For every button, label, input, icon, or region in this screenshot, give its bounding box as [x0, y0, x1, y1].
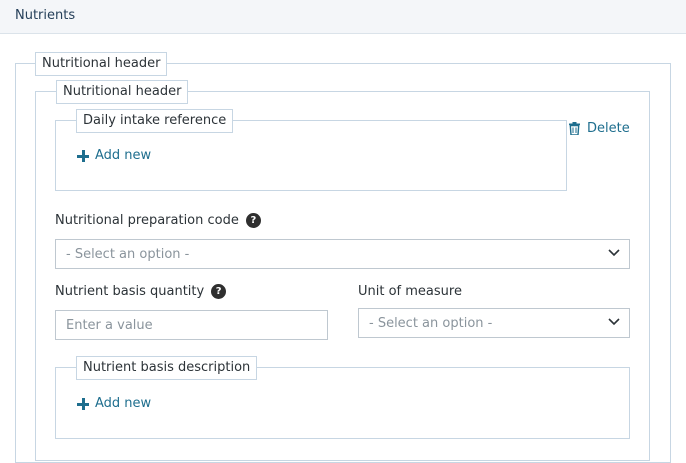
help-icon[interactable]: ? [211, 284, 227, 299]
plus-icon [77, 149, 89, 162]
trash-icon [569, 122, 580, 135]
preparation-code-select[interactable]: - Select an option - [55, 239, 630, 269]
add-new-label: Add new [95, 396, 152, 411]
delete-label: Delete [587, 121, 630, 136]
daily-intake-reference-legend: Daily intake reference [76, 109, 234, 133]
section-title: Nutrients [15, 8, 76, 23]
unit-of-measure-select[interactable]: - Select an option - [358, 308, 630, 338]
chevron-down-icon [608, 318, 620, 326]
unit-of-measure-selected: - Select an option - [369, 315, 493, 331]
basis-quantity-label: Nutrient basis quantity ? [55, 284, 227, 299]
preparation-code-label: Nutritional preparation code ? [55, 213, 261, 228]
chevron-down-icon [608, 249, 620, 257]
outer-nutritional-header-legend: Nutritional header [35, 52, 168, 76]
add-new-label: Add new [95, 148, 152, 163]
help-icon[interactable]: ? [245, 213, 261, 228]
inner-nutritional-header-legend: Nutritional header [56, 80, 189, 104]
basis-quantity-input[interactable] [55, 310, 328, 340]
basis-description-add-new-button[interactable]: Add new [77, 396, 151, 411]
preparation-code-label-text: Nutritional preparation code [55, 213, 239, 228]
daily-intake-add-new-button[interactable]: Add new [77, 148, 151, 163]
preparation-code-selected: - Select an option - [66, 246, 190, 262]
unit-of-measure-label: Unit of measure [358, 284, 462, 299]
basis-quantity-label-text: Nutrient basis quantity [55, 284, 205, 299]
unit-of-measure-label-text: Unit of measure [358, 284, 462, 299]
plus-icon [77, 397, 89, 410]
delete-button[interactable]: Delete [569, 121, 630, 136]
basis-description-legend: Nutrient basis description [76, 356, 258, 380]
section-header: Nutrients [0, 0, 686, 34]
